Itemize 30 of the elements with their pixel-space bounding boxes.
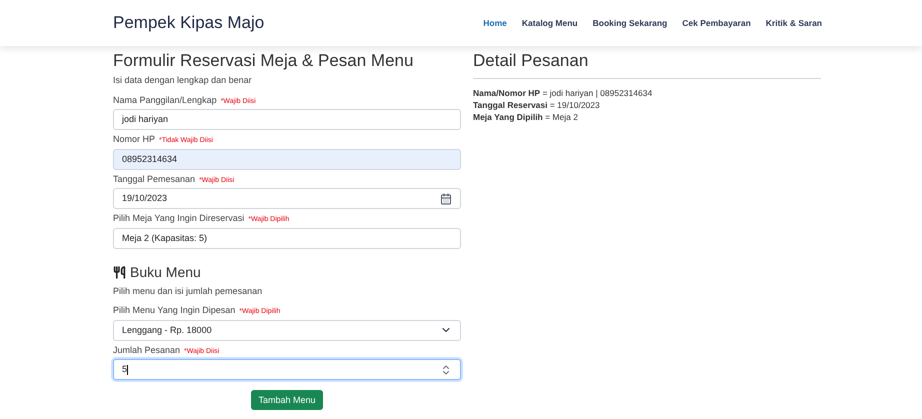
field-label: Pilih Menu Yang Ingin Dipesan bbox=[113, 304, 236, 318]
nav-link[interactable]: Home bbox=[483, 16, 507, 30]
calendar-icon bbox=[440, 192, 452, 205]
input-field[interactable]: 08952314634 bbox=[113, 148, 461, 170]
form-heading: Formulir Reservasi Meja & Pesan Menu bbox=[113, 50, 414, 72]
detail-line: Meja Yang Dipilih = Meja 2 bbox=[473, 111, 579, 124]
input-field[interactable]: Lenggang - Rp. 18000 bbox=[113, 320, 461, 341]
input-field[interactable]: jodi hariyan bbox=[113, 109, 461, 130]
field-label: Nama Panggilan/Lengkap bbox=[113, 94, 217, 107]
detail-line: Nama/Nomor HP = jodi hariyan | 08952314634 bbox=[473, 87, 654, 100]
nav-link[interactable]: Kritik & Saran bbox=[766, 16, 822, 30]
add-menu-button[interactable]: Tambah Menu bbox=[251, 390, 323, 410]
nav-link[interactable]: Cek Pembayaran bbox=[682, 16, 751, 30]
form-subtitle: Isi data dengan lengkap dan benar bbox=[113, 74, 253, 88]
spinner-icon bbox=[440, 364, 452, 376]
detail-line: Tanggal Reservasi = 19/10/2023 bbox=[473, 99, 601, 112]
input-field[interactable]: 5 bbox=[113, 359, 461, 380]
nav-link[interactable]: Booking Sekarang bbox=[592, 16, 668, 30]
field-label: Nomor HP bbox=[113, 133, 156, 146]
section-subtitle: Pilih menu dan isi jumlah pemesanan bbox=[113, 284, 264, 298]
field-label: Pilih Meja Yang Ingin Direservasi bbox=[113, 212, 244, 226]
input-field[interactable]: 19/10/2023 bbox=[113, 188, 461, 210]
input-field[interactable]: Meja 2 (Kapasitas: 5) bbox=[113, 228, 461, 249]
utensils-icon bbox=[113, 266, 126, 279]
brand-title: Pempek Kipas Majo bbox=[113, 12, 264, 34]
field-label: Tanggal Pemesanan bbox=[113, 172, 196, 186]
detail-heading: Detail Pesanan bbox=[473, 50, 821, 80]
nav-link[interactable]: Katalog Menu bbox=[522, 16, 578, 30]
section-heading: Buku Menu bbox=[130, 262, 201, 282]
field-label: Jumlah Pesanan bbox=[113, 344, 180, 357]
